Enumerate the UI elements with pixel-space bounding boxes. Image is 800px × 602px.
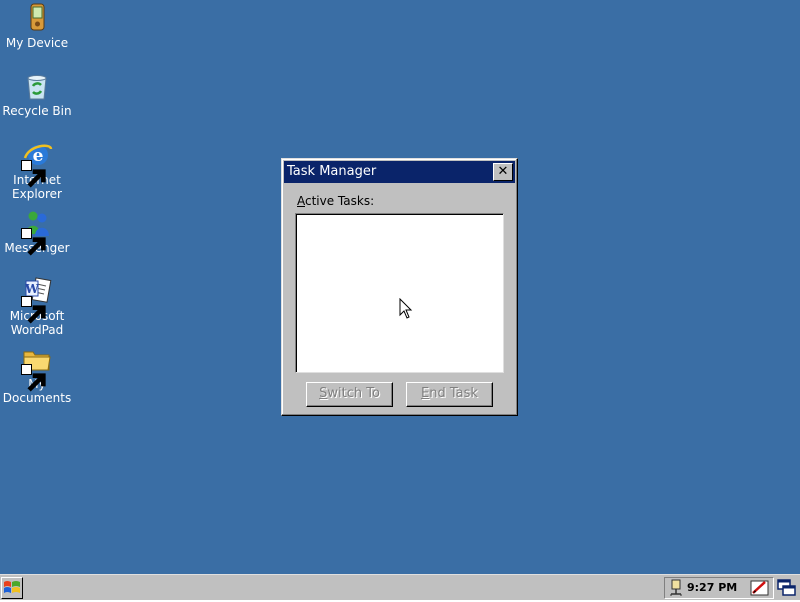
start-button[interactable] xyxy=(1,577,23,599)
close-button[interactable]: ✕ xyxy=(493,163,513,181)
taskbar: 9:27 PM xyxy=(0,574,800,600)
active-tasks-accelerator: A xyxy=(297,194,305,208)
folder-icon xyxy=(21,343,53,392)
network-icon[interactable] xyxy=(668,579,684,597)
desktop-icon-my-documents[interactable]: My Documents xyxy=(1,343,73,405)
window-title: Task Manager xyxy=(287,164,377,179)
desktop-icon-recycle-bin[interactable]: Recycle Bin xyxy=(1,70,73,118)
windows-flag-icon xyxy=(4,581,20,593)
end-task-button[interactable]: End Task xyxy=(406,382,493,407)
close-icon: ✕ xyxy=(497,164,509,179)
desktop[interactable]: My Device Recycle Bin e Internet Explore… xyxy=(0,0,800,574)
desktop-icon-my-device[interactable]: My Device xyxy=(1,2,73,50)
desktop-icon-label: My Device xyxy=(5,36,69,50)
system-tray: 9:27 PM xyxy=(664,577,774,599)
shortcut-arrow-icon xyxy=(21,364,46,392)
wordpad-icon: W xyxy=(21,275,53,324)
show-desktop-icon[interactable] xyxy=(776,577,798,599)
shortcut-arrow-icon xyxy=(21,160,46,188)
shortcut-arrow-icon xyxy=(21,228,46,256)
switch-to-button[interactable]: Switch To xyxy=(306,382,393,407)
active-tasks-label-text: ctive Tasks: xyxy=(305,194,375,208)
input-pen-icon[interactable] xyxy=(750,579,770,597)
messenger-icon xyxy=(21,207,53,256)
mouse-cursor-icon xyxy=(399,298,413,319)
task-manager-title-bar[interactable]: Task Manager ✕ xyxy=(284,161,515,183)
desktop-icon-label: Recycle Bin xyxy=(2,104,72,118)
task-manager-window[interactable]: Task Manager ✕ Active Tasks: Switch To E… xyxy=(281,158,518,416)
switch-to-label: witch To xyxy=(327,386,380,401)
pda-device-icon xyxy=(21,2,53,34)
svg-text:W: W xyxy=(24,282,39,296)
desktop-icon-internet-explorer[interactable]: e Internet Explorer xyxy=(1,139,73,201)
shortcut-arrow-icon xyxy=(21,296,46,324)
active-tasks-list[interactable] xyxy=(295,213,504,373)
clock[interactable]: 9:27 PM xyxy=(687,581,737,594)
internet-explorer-icon: e xyxy=(21,139,53,188)
recycle-bin-icon xyxy=(21,70,53,102)
active-tasks-label: Active Tasks: xyxy=(297,194,374,208)
desktop-icon-messenger[interactable]: Messenger xyxy=(1,207,73,256)
desktop-icon-wordpad[interactable]: W Microsoft WordPad xyxy=(1,275,73,337)
end-task-label: nd Task xyxy=(429,386,478,401)
